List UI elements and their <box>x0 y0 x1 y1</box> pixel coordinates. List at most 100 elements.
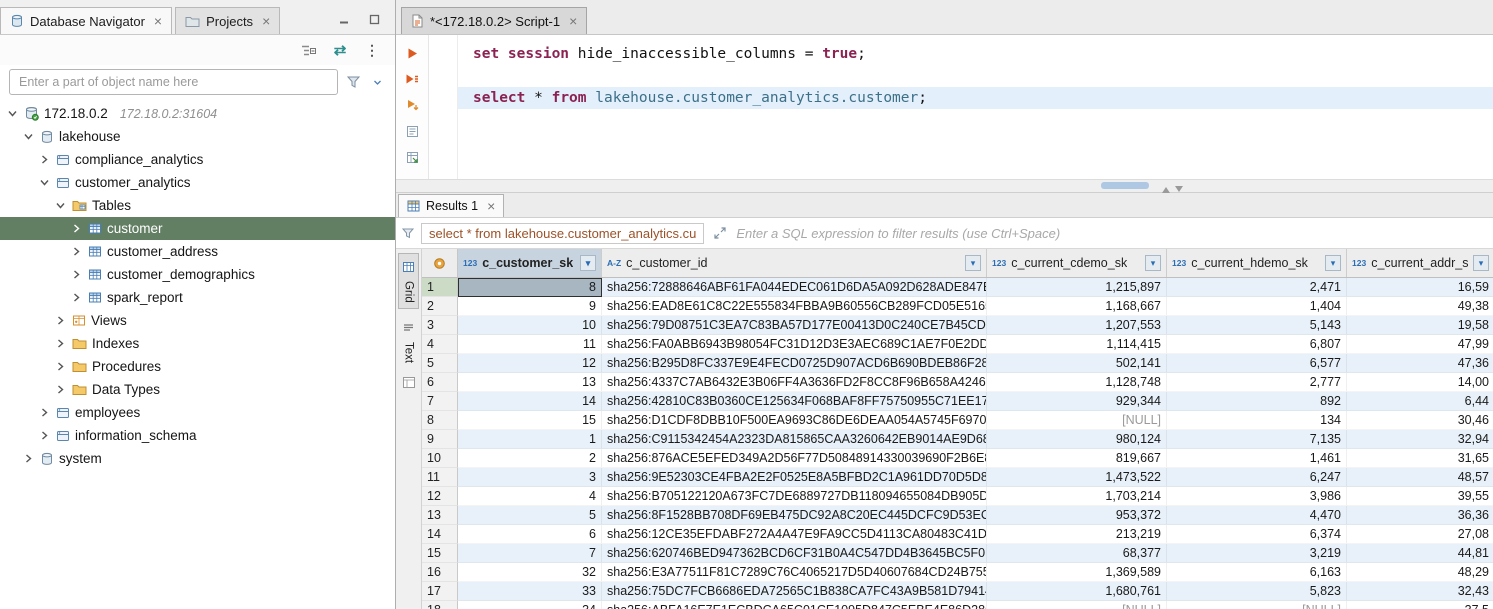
tree-item-customer[interactable]: customer <box>0 217 395 240</box>
cell-c_customer_sk[interactable]: 34 <box>458 601 602 609</box>
close-icon[interactable]: × <box>487 199 495 213</box>
close-icon[interactable]: × <box>569 14 577 28</box>
cell-c_current_addr_sk[interactable]: 47,99 <box>1347 335 1493 354</box>
cell-c_current_hdemo_sk[interactable]: 5,823 <box>1167 582 1347 601</box>
expand-filter-icon[interactable] <box>711 224 729 242</box>
sash-maximize-icon[interactable] <box>1158 181 1188 199</box>
tree-item-tables[interactable]: Tables <box>0 194 395 217</box>
minimize-icon[interactable] <box>335 10 353 28</box>
chevron-right-icon[interactable] <box>70 247 83 256</box>
cell-c_current_cdemo_sk[interactable]: [NULL] <box>987 601 1167 609</box>
value-panel-icon[interactable] <box>400 374 418 392</box>
filter-input[interactable]: Enter a SQL expression to filter results… <box>736 226 1487 241</box>
cell-c_customer_id[interactable]: sha256:8F1528BB708DF69EB475DC92A8C20EC44… <box>602 506 987 525</box>
chevron-right-icon[interactable] <box>54 385 67 394</box>
cell-c_current_addr_sk[interactable]: 48,29 <box>1347 563 1493 582</box>
cell-c_customer_sk[interactable]: 13 <box>458 373 602 392</box>
column-header-c_current_cdemo_sk[interactable]: 123c_current_cdemo_sk▾ <box>987 249 1167 277</box>
cell-c_customer_sk[interactable]: 15 <box>458 411 602 430</box>
cell-c_current_cdemo_sk[interactable]: 1,215,897 <box>987 278 1167 297</box>
cell-c_current_hdemo_sk[interactable]: 4,470 <box>1167 506 1347 525</box>
cell-c_current_hdemo_sk[interactable]: 6,577 <box>1167 354 1347 373</box>
cell-c_current_addr_sk[interactable]: 39,55 <box>1347 487 1493 506</box>
editor-results-sash[interactable] <box>396 179 1493 193</box>
cell-c_current_cdemo_sk[interactable]: 1,114,415 <box>987 335 1167 354</box>
link-with-editor-icon[interactable]: ⇄ <box>331 41 349 59</box>
horizontal-scrollbar-thumb[interactable] <box>1101 182 1149 189</box>
cell-c_current_cdemo_sk[interactable]: 1,207,553 <box>987 316 1167 335</box>
cell-c_current_hdemo_sk[interactable]: 6,163 <box>1167 563 1347 582</box>
chevron-right-icon[interactable] <box>54 362 67 371</box>
row-number[interactable]: 7 <box>422 392 458 411</box>
cell-c_customer_id[interactable]: sha256:9E52303CE4FBA2E2F0525E8A5BFBD2C1A… <box>602 468 987 487</box>
cell-c_current_hdemo_sk[interactable]: 134 <box>1167 411 1347 430</box>
cell-c_customer_sk[interactable]: 10 <box>458 316 602 335</box>
tree-item-compliance-analytics[interactable]: compliance_analytics <box>0 148 395 171</box>
cell-c_customer_sk[interactable]: 14 <box>458 392 602 411</box>
row-number[interactable]: 9 <box>422 430 458 449</box>
cell-c_current_addr_sk[interactable]: 36,36 <box>1347 506 1493 525</box>
chevron-right-icon[interactable] <box>38 408 51 417</box>
row-number[interactable]: 4 <box>422 335 458 354</box>
cell-c_current_cdemo_sk[interactable]: 1,168,667 <box>987 297 1167 316</box>
tree-item-information-schema[interactable]: information_schema <box>0 424 395 447</box>
cell-c_current_addr_sk[interactable]: 19,58 <box>1347 316 1493 335</box>
maximize-icon[interactable] <box>365 10 383 28</box>
chevron-down-icon[interactable] <box>22 132 35 141</box>
cell-c_current_cdemo_sk[interactable]: 502,141 <box>987 354 1167 373</box>
filter-funnel-icon[interactable] <box>344 73 362 91</box>
cell-c_customer_id[interactable]: sha256:FA0ABB6943B98054FC31D12D3E3AEC689… <box>602 335 987 354</box>
grid-options-gear-icon[interactable] <box>422 249 458 277</box>
cell-c_current_addr_sk[interactable]: 16,59 <box>1347 278 1493 297</box>
chevron-right-icon[interactable] <box>70 224 83 233</box>
cell-c_current_addr_sk[interactable]: 48,57 <box>1347 468 1493 487</box>
code-line[interactable]: select * from lakehouse.customer_analyti… <box>458 87 1493 109</box>
collapse-all-icon[interactable] <box>299 41 317 59</box>
cell-c_customer_sk[interactable]: 3 <box>458 468 602 487</box>
column-header-c_current_addr_sk[interactable]: 123c_current_addr_sk▾ <box>1347 249 1493 277</box>
row-number[interactable]: 2 <box>422 297 458 316</box>
cell-c_customer_sk[interactable]: 32 <box>458 563 602 582</box>
row-number[interactable]: 3 <box>422 316 458 335</box>
cell-c_current_hdemo_sk[interactable]: 3,219 <box>1167 544 1347 563</box>
cell-c_current_addr_sk[interactable]: 14,00 <box>1347 373 1493 392</box>
cell-c_customer_sk[interactable]: 6 <box>458 525 602 544</box>
column-filter-icon[interactable]: ▾ <box>965 255 981 271</box>
row-number[interactable]: 18 <box>422 601 458 609</box>
cell-c_customer_id[interactable]: sha256:12CE35EFDABF272A4A47E9FA9CC5D4113… <box>602 525 987 544</box>
column-filter-icon[interactable]: ▾ <box>1473 255 1489 271</box>
cell-c_customer_id[interactable]: sha256:79D08751C3EA7C83BA57D177E00413D0C… <box>602 316 987 335</box>
cell-c_current_cdemo_sk[interactable]: 1,473,522 <box>987 468 1167 487</box>
tree-item-customer-address[interactable]: customer_address <box>0 240 395 263</box>
execute-statement-icon[interactable] <box>403 44 421 62</box>
row-number[interactable]: 17 <box>422 582 458 601</box>
cell-c_current_cdemo_sk[interactable]: 953,372 <box>987 506 1167 525</box>
object-search-input[interactable] <box>9 69 338 95</box>
tree-item-lakehouse[interactable]: lakehouse <box>0 125 395 148</box>
chevron-right-icon[interactable] <box>54 339 67 348</box>
explain-plan-icon[interactable] <box>403 122 421 140</box>
tree-item-customer-demographics[interactable]: customer_demographics <box>0 263 395 286</box>
cell-c_current_hdemo_sk[interactable]: 2,471 <box>1167 278 1347 297</box>
cell-c_customer_sk[interactable]: 5 <box>458 506 602 525</box>
cell-c_customer_id[interactable]: sha256:D1CDF8DBB10F500EA9693C86DE6DEAA05… <box>602 411 987 430</box>
column-filter-icon[interactable]: ▾ <box>1145 255 1161 271</box>
tab-results-1[interactable]: Results 1 × <box>398 194 504 217</box>
cell-c_current_hdemo_sk[interactable]: 6,807 <box>1167 335 1347 354</box>
tab-database-navigator[interactable]: Database Navigator × <box>0 7 172 34</box>
cell-c_customer_sk[interactable]: 1 <box>458 430 602 449</box>
cell-c_current_cdemo_sk[interactable]: 1,703,214 <box>987 487 1167 506</box>
cell-c_customer_sk[interactable]: 4 <box>458 487 602 506</box>
tree-item-views[interactable]: Views <box>0 309 395 332</box>
side-tab-grid[interactable]: Grid <box>398 253 419 309</box>
column-header-c_customer_sk[interactable]: 123c_customer_sk▾ <box>458 249 602 277</box>
cell-c_customer_id[interactable]: sha256:B705122120A673FC7DE6889727DB11809… <box>602 487 987 506</box>
cell-c_customer_sk[interactable]: 2 <box>458 449 602 468</box>
cell-c_current_addr_sk[interactable]: 47,36 <box>1347 354 1493 373</box>
cell-c_current_addr_sk[interactable]: 32,43 <box>1347 582 1493 601</box>
tab-projects[interactable]: Projects × <box>175 7 280 34</box>
cell-c_customer_id[interactable]: sha256:620746BED947362BCD6CF31B0A4C547DD… <box>602 544 987 563</box>
cell-c_customer_id[interactable]: sha256:75DC7FCB6686EDA72565C1B838CA7FC43… <box>602 582 987 601</box>
cell-c_customer_sk[interactable]: 11 <box>458 335 602 354</box>
cell-c_current_cdemo_sk[interactable]: [NULL] <box>987 411 1167 430</box>
